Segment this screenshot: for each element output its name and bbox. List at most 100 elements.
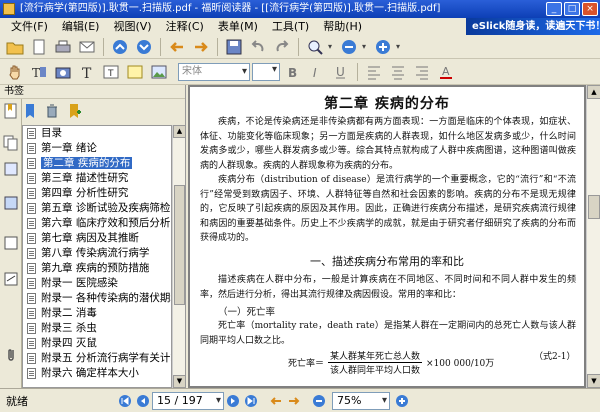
minimize-button[interactable]: _ xyxy=(546,2,562,16)
bookmark-item[interactable]: 第四章 分析性研究 xyxy=(23,186,171,201)
menu-file[interactable]: 文件(F) xyxy=(4,18,55,35)
font-size-select[interactable] xyxy=(252,62,280,81)
bookmark-item[interactable]: 目录 xyxy=(23,126,171,141)
menu-form[interactable]: 表单(M) xyxy=(211,18,265,35)
menu-comment[interactable]: 注释(C) xyxy=(159,18,211,35)
scroll-thumb[interactable] xyxy=(588,195,600,219)
font-family-select[interactable]: 宋体 xyxy=(178,62,250,81)
formula-label: （式2-1） xyxy=(534,352,576,362)
bookmark-item[interactable]: 附录一 各种传染病的潜伏期和隔离期 xyxy=(23,291,171,306)
menu-tools[interactable]: 工具(T) xyxy=(265,18,316,35)
bookmark-item[interactable]: 第五章 诊断试验及疾病筛检 xyxy=(23,201,171,216)
back-arrow-icon[interactable] xyxy=(166,37,188,57)
select-text-icon[interactable]: T xyxy=(28,62,50,82)
scroll-up-icon[interactable]: ▲ xyxy=(173,125,186,138)
section-title: 一、描述疾病分布常用的率和比 xyxy=(310,255,464,268)
page-number-field[interactable]: 15 / 197 xyxy=(152,391,224,410)
bookmark-item[interactable]: 附录四 灭鼠 xyxy=(23,336,171,351)
close-button[interactable]: × xyxy=(582,2,598,16)
menu-help[interactable]: 帮助(H) xyxy=(316,18,369,35)
align-left-icon[interactable] xyxy=(363,62,385,82)
menu-edit[interactable]: 编辑(E) xyxy=(55,18,107,35)
text-color-icon[interactable]: A xyxy=(435,62,457,82)
chevron-down-icon[interactable]: ▾ xyxy=(362,37,370,57)
comments-tab-icon[interactable] xyxy=(3,235,19,251)
redo-icon[interactable] xyxy=(271,37,293,57)
attachments-tab-icon[interactable] xyxy=(3,195,19,211)
align-right-icon[interactable] xyxy=(411,62,433,82)
panel-tab-strip xyxy=(0,99,22,388)
first-page-icon[interactable] xyxy=(117,393,133,409)
svg-text:A: A xyxy=(442,65,450,78)
eslick-ad-banner[interactable]: eSlick随身读，读遍天下书！ xyxy=(466,18,600,35)
hand-tool-icon[interactable] xyxy=(4,62,26,82)
delete-bookmark-icon[interactable] xyxy=(44,103,60,119)
zoom-out-icon[interactable] xyxy=(311,393,327,409)
text-tool-icon[interactable]: T xyxy=(76,62,98,82)
prev-page-icon[interactable] xyxy=(135,393,151,409)
image-icon[interactable] xyxy=(148,62,170,82)
page-icon xyxy=(27,353,36,364)
svg-text:T: T xyxy=(82,66,92,81)
zoom-in-icon[interactable] xyxy=(372,37,394,57)
toolbar-separator xyxy=(217,37,218,56)
document-scrollbar[interactable]: ▲ ▼ xyxy=(586,85,600,388)
open-folder-icon[interactable] xyxy=(4,37,26,57)
bookmark-item-selected[interactable]: 第二章 疾病的分布 xyxy=(23,156,171,171)
signature-tab-icon[interactable] xyxy=(3,271,19,287)
new-document-icon[interactable] xyxy=(28,37,50,57)
bookmark-scrollbar[interactable]: ▲ ▼ xyxy=(172,125,186,388)
zoom-magnifier-icon[interactable] xyxy=(304,37,326,57)
note-icon[interactable] xyxy=(124,62,146,82)
snapshot-icon[interactable] xyxy=(52,62,74,82)
next-page-icon[interactable] xyxy=(225,393,241,409)
scroll-thumb[interactable] xyxy=(174,185,185,305)
paragraph-distribution: 疾病分布（distribution of disease）是流行病学的一个重要概… xyxy=(200,175,576,243)
italic-icon[interactable]: I xyxy=(306,62,328,82)
undo-icon[interactable] xyxy=(247,37,269,57)
scroll-down-icon[interactable]: ▼ xyxy=(587,374,600,388)
toolbar-separator xyxy=(298,37,299,56)
zoom-level-select[interactable]: 75% xyxy=(332,391,390,410)
go-back-icon[interactable] xyxy=(268,393,284,409)
menu-view[interactable]: 视图(V) xyxy=(106,18,158,35)
bold-icon[interactable]: B xyxy=(282,62,304,82)
underline-icon[interactable]: U xyxy=(330,62,352,82)
last-page-icon[interactable] xyxy=(243,393,259,409)
bookmark-item[interactable]: 附录五 分析流行病学有关计算 xyxy=(23,351,171,366)
page-icon xyxy=(27,188,36,199)
next-page-icon[interactable] xyxy=(133,37,155,57)
layers-tab-icon[interactable] xyxy=(3,161,19,177)
bookmark-item[interactable]: 第八章 传染病流行病学 xyxy=(23,246,171,261)
bookmarks-tab-icon[interactable] xyxy=(3,103,19,119)
chevron-down-icon[interactable]: ▾ xyxy=(328,37,336,57)
bookmark-item[interactable]: 附录一 医院感染 xyxy=(23,276,171,291)
go-forward-icon[interactable] xyxy=(286,393,302,409)
email-icon[interactable] xyxy=(76,37,98,57)
paperclip-icon[interactable] xyxy=(3,347,19,363)
bookmark-item[interactable]: 第七章 病因及其推断 xyxy=(23,231,171,246)
bookmark-item[interactable]: 第一章 绪论 xyxy=(23,141,171,156)
forward-arrow-icon[interactable] xyxy=(190,37,212,57)
bookmark-item[interactable]: 第九章 疾病的预防措施 xyxy=(23,261,171,276)
text-box-icon[interactable]: T xyxy=(100,62,122,82)
print-icon[interactable] xyxy=(52,37,74,57)
bookmark-item[interactable]: 第六章 临床疗效和预后分析 xyxy=(23,216,171,231)
bookmark-item[interactable]: 附录三 杀虫 xyxy=(23,321,171,336)
bookmark-icon[interactable] xyxy=(22,103,38,119)
bookmark-item[interactable]: 附录二 消毒 xyxy=(23,306,171,321)
maximize-button[interactable]: □ xyxy=(564,2,580,16)
add-bookmark-icon[interactable] xyxy=(66,103,82,119)
bookmark-item[interactable]: 第三章 描述性研究 xyxy=(23,171,171,186)
zoom-out-icon[interactable] xyxy=(338,37,360,57)
pages-tab-icon[interactable] xyxy=(3,135,19,151)
scroll-up-icon[interactable]: ▲ xyxy=(587,85,600,99)
previous-page-icon[interactable] xyxy=(109,37,131,57)
bookmark-item[interactable]: 附录六 确定样本大小 xyxy=(23,366,171,381)
align-center-icon[interactable] xyxy=(387,62,409,82)
chevron-down-icon[interactable]: ▾ xyxy=(396,37,404,57)
zoom-in-icon[interactable] xyxy=(394,393,410,409)
save-icon[interactable] xyxy=(223,37,245,57)
scroll-down-icon[interactable]: ▼ xyxy=(173,375,186,388)
window-title-bar: [流行病学(第四版)].耿贯一.扫描版.pdf - 福昕阅读器 - [[流行病学… xyxy=(0,0,600,18)
